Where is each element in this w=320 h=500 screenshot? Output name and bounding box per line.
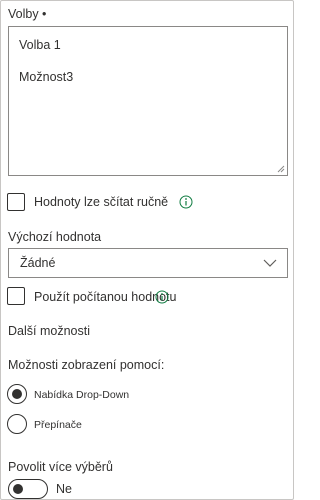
choices-textarea[interactable]: Volba 1 Možnost3: [8, 26, 288, 176]
default-value-selected: Žádné: [20, 256, 56, 270]
multi-select-state: Ne: [56, 482, 72, 496]
multi-select-toggle[interactable]: [8, 479, 48, 499]
info-icon[interactable]: [179, 195, 193, 209]
choice-item-1: Volba 1: [19, 38, 61, 52]
manual-values-checkbox[interactable]: [7, 193, 25, 211]
radio-dropdown-menu-label: Nabídka Drop-Down: [34, 389, 130, 401]
choices-label: Volby •: [8, 7, 47, 21]
default-value-label: Výchozí hodnota: [8, 230, 102, 244]
radio-radio-buttons-label: Přepínače: [34, 419, 82, 431]
choice-item-2: Možnost3: [19, 70, 74, 84]
manual-values-label: Hodnoty lze sčítat ručně: [34, 195, 169, 209]
more-options-link[interactable]: Další možnosti: [8, 324, 90, 338]
chevron-down-icon: [263, 259, 277, 267]
resize-grip-icon[interactable]: [277, 165, 285, 173]
info-icon[interactable]: [155, 290, 169, 304]
display-using-label: Možnosti zobrazení pomocí:: [8, 358, 165, 372]
multi-select-label: Povolit více výběrů: [8, 460, 113, 474]
radio-dropdown-menu[interactable]: [7, 384, 27, 404]
toggle-knob: [13, 484, 23, 494]
radio-radio-buttons[interactable]: [7, 414, 27, 434]
calculated-value-checkbox[interactable]: [7, 287, 25, 305]
default-value-dropdown[interactable]: Žádné: [8, 248, 288, 278]
